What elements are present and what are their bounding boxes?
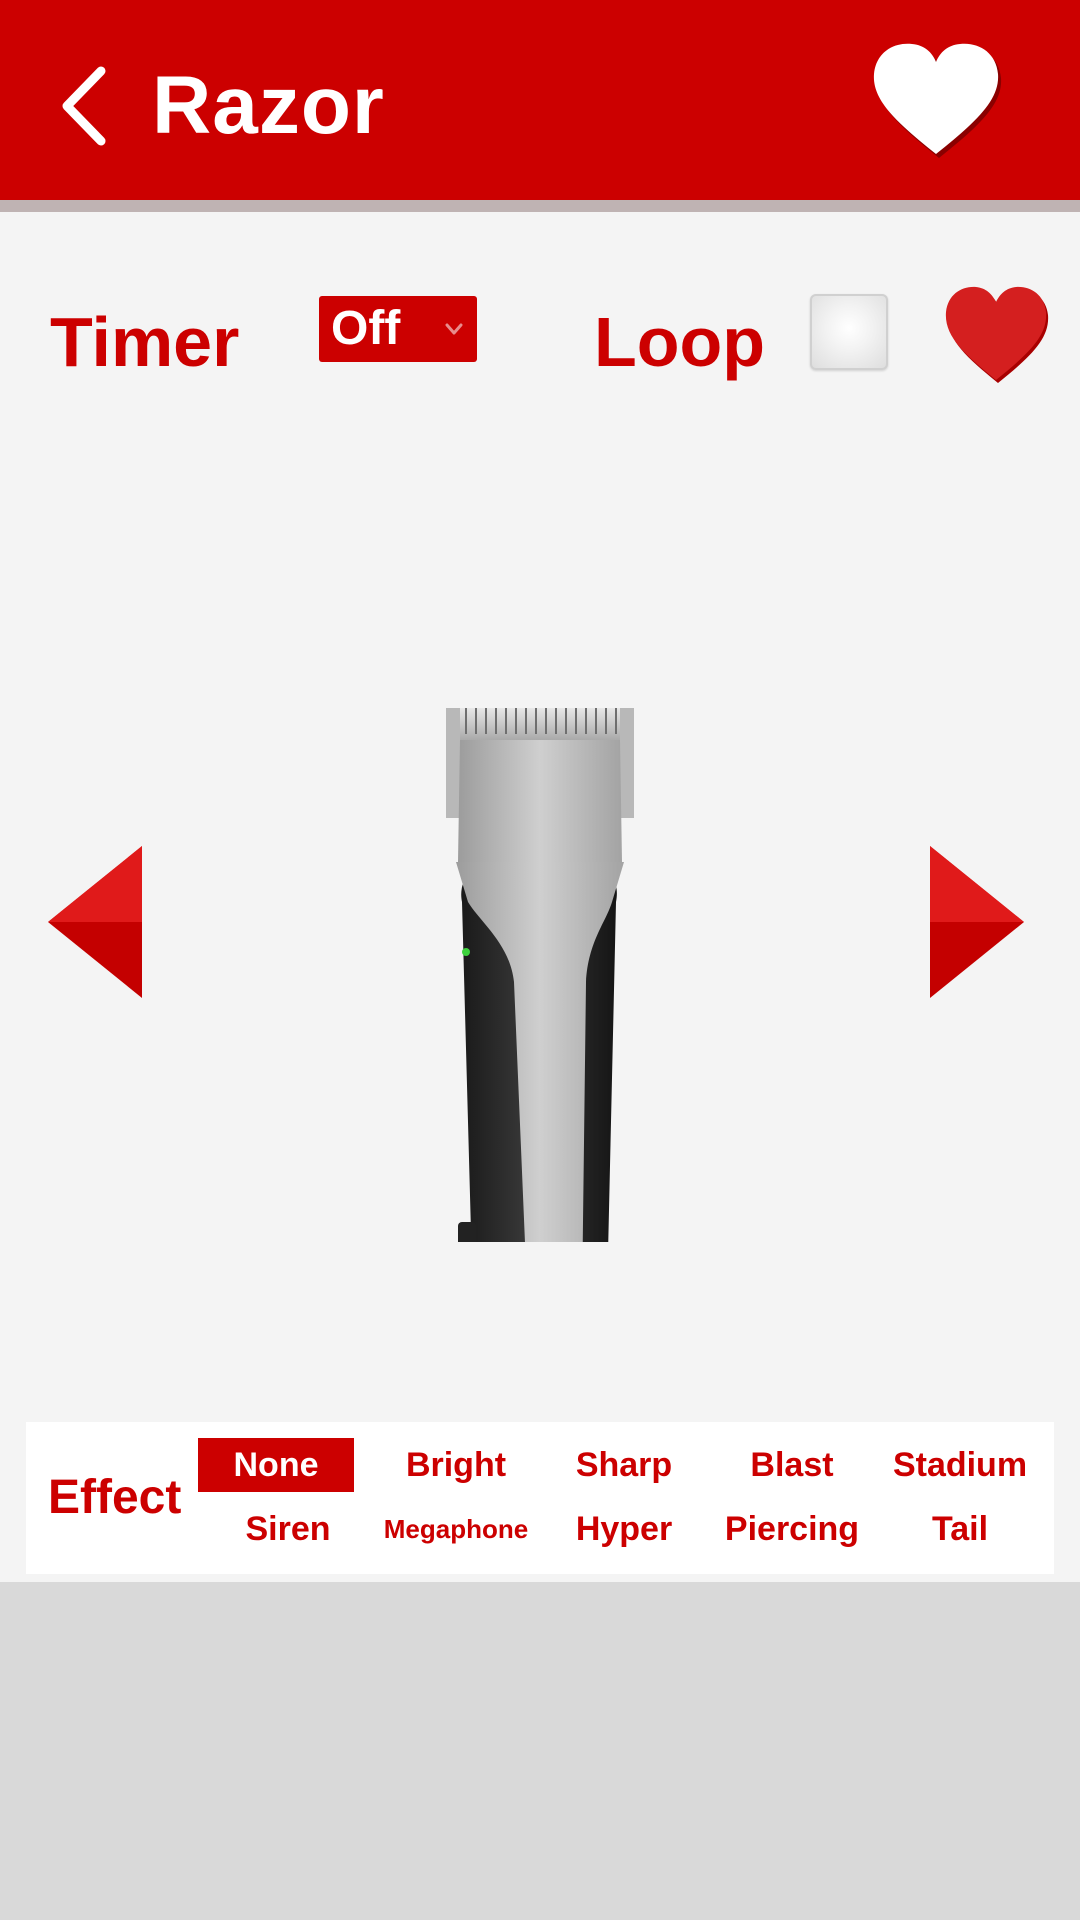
effect-options: None Bright Sharp Blast Stadium Siren Me… bbox=[198, 1438, 1044, 1566]
timer-value: Off bbox=[331, 302, 401, 355]
hair-clipper-image[interactable] bbox=[410, 482, 670, 1242]
effect-option-siren[interactable]: Siren bbox=[204, 1502, 372, 1556]
chevron-down-icon bbox=[445, 323, 463, 335]
chevron-left-icon bbox=[62, 66, 106, 146]
effect-option-tail[interactable]: Tail bbox=[876, 1502, 1044, 1556]
page-title: Razor bbox=[152, 60, 385, 151]
loop-label: Loop bbox=[594, 303, 766, 381]
effect-option-bright[interactable]: Bright bbox=[372, 1438, 540, 1492]
loop-checkbox[interactable] bbox=[810, 294, 888, 370]
bottom-area bbox=[0, 1582, 1080, 1920]
favorite-button[interactable] bbox=[866, 36, 1006, 166]
effect-option-piercing[interactable]: Piercing bbox=[708, 1502, 876, 1556]
app-header: Razor bbox=[0, 0, 1080, 200]
previous-button[interactable] bbox=[46, 844, 146, 1000]
header-divider bbox=[0, 200, 1080, 212]
effect-option-blast[interactable]: Blast bbox=[708, 1438, 876, 1492]
next-button[interactable] bbox=[926, 844, 1026, 1000]
effect-option-none[interactable]: None bbox=[198, 1438, 354, 1492]
timer-label: Timer bbox=[50, 303, 240, 381]
heart-icon bbox=[945, 286, 1049, 383]
effect-option-sharp[interactable]: Sharp bbox=[540, 1438, 708, 1492]
effect-option-stadium[interactable]: Stadium bbox=[876, 1438, 1044, 1492]
main-panel: Timer Off Loop Effect None Bright Sharp … bbox=[0, 212, 1080, 1582]
favorite-toggle[interactable] bbox=[940, 280, 1052, 392]
triangle-right-icon bbox=[930, 846, 1024, 998]
effect-label: Effect bbox=[48, 1471, 182, 1524]
heart-icon bbox=[873, 43, 1002, 158]
effect-panel: Effect None Bright Sharp Blast Stadium S… bbox=[26, 1422, 1054, 1574]
effect-option-hyper[interactable]: Hyper bbox=[540, 1502, 708, 1556]
effect-option-megaphone[interactable]: Megaphone bbox=[372, 1502, 540, 1556]
timer-select[interactable]: Off bbox=[319, 296, 477, 362]
triangle-left-icon bbox=[48, 846, 142, 998]
back-button[interactable] bbox=[40, 56, 130, 156]
